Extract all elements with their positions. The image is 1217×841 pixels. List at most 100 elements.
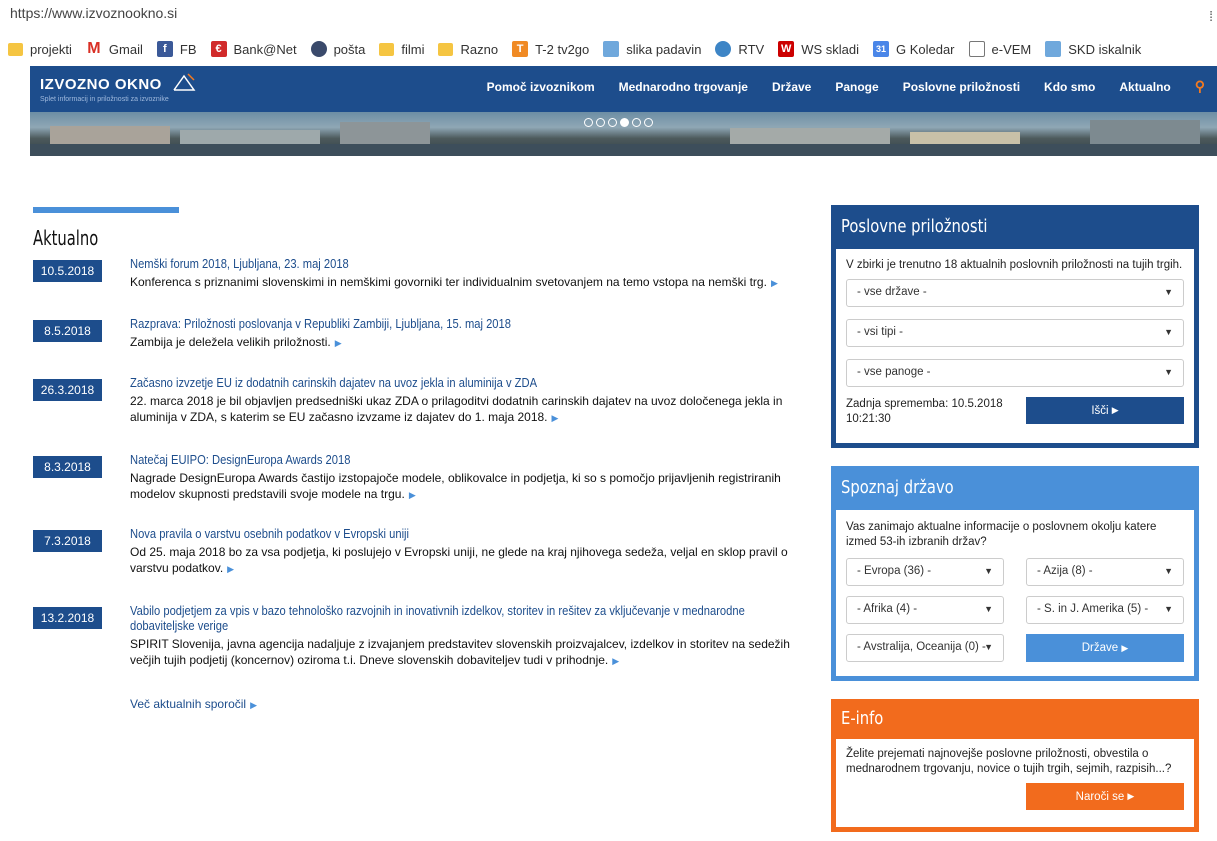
news-title-link[interactable]: Vabilo podjetjem za vpis v bazo tehnološ… <box>130 603 809 633</box>
weather-icon <box>603 41 620 57</box>
nav-aktualno[interactable]: Aktualno <box>1119 80 1170 95</box>
bookmark-posta[interactable]: pošta <box>310 41 365 57</box>
news-title-link[interactable]: Začasno izvzetje EU iz dodatnih carinski… <box>130 375 715 390</box>
america-select[interactable]: - S. in J. Amerika (5) - ▼ <box>1026 596 1184 624</box>
bookmark-projekti[interactable]: projekti <box>8 42 72 57</box>
search-doc-icon <box>1045 41 1062 57</box>
news-date: 8.5.2018 <box>33 320 102 342</box>
chevron-down-icon: ▼ <box>1164 367 1173 377</box>
chevron-down-icon: ▼ <box>1164 604 1173 614</box>
sector-select[interactable]: - vse panoge - ▼ <box>846 359 1184 387</box>
address-bar[interactable]: https://www.izvoznookno.si ⁞ <box>0 0 1217 34</box>
site-logo[interactable]: IZVOZNO OKNO <box>40 76 162 93</box>
bookmark-razno[interactable]: Razno <box>438 42 498 57</box>
bookmark-slika[interactable]: slika padavin <box>603 41 701 57</box>
news-summary: SPIRIT Slovenija, javna agencija nadalju… <box>130 637 790 667</box>
country-select[interactable]: - vse države - ▼ <box>846 279 1184 307</box>
news-summary: Nagrade DesignEuropa Awards častijo izst… <box>130 471 781 501</box>
arrow-right-icon[interactable]: ▶ <box>227 564 234 574</box>
countries-intro: Vas zanimajo aktualne informacije o posl… <box>846 521 1157 548</box>
news-title-link[interactable]: Nemški forum 2018, Ljubljana, 23. maj 20… <box>130 256 715 271</box>
type-select[interactable]: - vsi tipi - ▼ <box>846 319 1184 347</box>
last-change-text: Zadnja sprememba: 10.5.2018 10:21:30 <box>846 398 1003 425</box>
bookmark-ws[interactable]: W WS skladi <box>778 41 859 57</box>
bookmark-evem[interactable]: e-VEM <box>968 41 1031 57</box>
oceania-select[interactable]: - Avstralija, Oceanija (0) - ▼ <box>846 634 1004 662</box>
news-title-link[interactable]: Natečaj EUIPO: DesignEuropa Awards 2018 <box>130 452 715 467</box>
chevron-down-icon: ▼ <box>1164 566 1173 576</box>
carousel-dots <box>584 118 653 127</box>
news-title-link[interactable]: Razprava: Priložnosti poslovanja v Repub… <box>130 316 715 331</box>
folder-icon <box>8 42 23 56</box>
site-header: IZVOZNO OKNO Splet informacij in priložn… <box>30 66 1217 112</box>
arrow-right-icon[interactable]: ▶ <box>409 490 416 500</box>
carousel-dot[interactable] <box>632 118 641 127</box>
bank-icon: € <box>210 41 227 57</box>
arrow-right-icon: ▶ <box>250 700 257 710</box>
chevron-down-icon: ▼ <box>984 604 993 614</box>
countries-panel: Spoznaj državo Vas zanimajo aktualne inf… <box>831 466 1199 681</box>
folder-icon <box>379 42 395 56</box>
chevron-down-icon: ▼ <box>1164 327 1173 337</box>
main-nav: Pomoč izvoznikom Mednarodno trgovanje Dr… <box>487 78 1205 95</box>
search-button[interactable]: Išči ▶ <box>1026 397 1184 424</box>
gmail-icon: M <box>87 40 101 57</box>
nav-priloznosti[interactable]: Poslovne priložnosti <box>903 80 1020 95</box>
chevron-down-icon: ▼ <box>1164 287 1173 297</box>
arrow-right-icon[interactable]: ▶ <box>552 413 559 423</box>
carousel-dot[interactable] <box>596 118 605 127</box>
news-date: 26.3.2018 <box>33 379 102 401</box>
europe-select[interactable]: - Evropa (36) - ▼ <box>846 558 1004 586</box>
section-accent-bar <box>33 207 179 213</box>
nav-mednarodno[interactable]: Mednarodno trgovanje <box>619 80 748 95</box>
countries-title: Spoznaj državo <box>831 466 1199 510</box>
bookmark-filmi[interactable]: filmi <box>379 42 424 57</box>
news-date: 8.3.2018 <box>33 456 102 478</box>
news-summary: Konferenca s priznanimi slovenskimi in n… <box>130 275 767 289</box>
bookmark-fb[interactable]: f FB <box>156 41 197 57</box>
arrow-right-icon[interactable]: ▶ <box>771 278 778 288</box>
opportunities-intro: V zbirki je trenutno 18 aktualnih poslov… <box>846 259 1183 271</box>
play-icon: ▶ <box>1127 791 1135 801</box>
bookmark-gmail[interactable]: M Gmail <box>86 40 143 57</box>
bookmark-skd[interactable]: SKD iskalnik <box>1045 41 1141 57</box>
search-icon[interactable]: ⚲ <box>1195 78 1205 95</box>
bookmarks-bar: projekti M Gmail f FB € Bank@Net pošta film… <box>0 34 1217 64</box>
site-logo-subtitle: Splet informacij in priložnosti za izvoz… <box>40 96 169 103</box>
opportunities-panel: Poslovne priložnosti V zbirki je trenutn… <box>831 205 1199 448</box>
bookmark-bank[interactable]: € Bank@Net <box>210 41 297 57</box>
nav-drzave[interactable]: Države <box>772 80 811 95</box>
einfo-title: E-info <box>831 699 1199 739</box>
asia-select[interactable]: - Azija (8) - ▼ <box>1026 558 1184 586</box>
chevron-down-icon: ▼ <box>984 566 993 576</box>
arrow-right-icon[interactable]: ▶ <box>335 338 342 348</box>
nav-panoge[interactable]: Panoge <box>835 80 878 95</box>
rtv-icon <box>715 41 732 57</box>
news-date: 13.2.2018 <box>33 607 102 629</box>
africa-select[interactable]: - Afrika (4) - ▼ <box>846 596 1004 624</box>
news-date: 7.3.2018 <box>33 530 102 552</box>
bookmark-rtv[interactable]: RTV <box>715 41 764 57</box>
url-text[interactable]: https://www.izvoznookno.si <box>10 5 177 21</box>
bookmark-t2[interactable]: T T-2 tv2go <box>512 41 589 57</box>
carousel-dot[interactable] <box>584 118 593 127</box>
calendar-icon: 31 <box>872 41 889 57</box>
carousel-dot-active[interactable] <box>620 118 629 127</box>
news-date: 10.5.2018 <box>33 260 102 282</box>
news-section-title: Aktualno <box>33 226 99 250</box>
nav-pomoc[interactable]: Pomoč izvoznikom <box>487 80 595 95</box>
bookmark-gkoledar[interactable]: 31 G Koledar <box>872 41 955 57</box>
more-news-link[interactable]: Več aktualnih sporočil ▶ <box>130 697 257 711</box>
tv-icon: T <box>512 41 529 57</box>
carousel-dot[interactable] <box>644 118 653 127</box>
countries-button[interactable]: Države ▶ <box>1026 634 1184 662</box>
document-icon <box>968 41 985 57</box>
nav-kdo-smo[interactable]: Kdo smo <box>1044 80 1095 95</box>
logo-mountain-icon <box>173 73 196 91</box>
arrow-right-icon[interactable]: ▶ <box>612 656 619 666</box>
menu-icon[interactable]: ⁞ <box>1209 8 1213 24</box>
news-title-link[interactable]: Nova pravila o varstvu osebnih podatkov … <box>130 526 715 541</box>
chevron-down-icon: ▼ <box>984 642 993 652</box>
carousel-dot[interactable] <box>608 118 617 127</box>
subscribe-button[interactable]: Naroči se ▶ <box>1026 783 1184 810</box>
